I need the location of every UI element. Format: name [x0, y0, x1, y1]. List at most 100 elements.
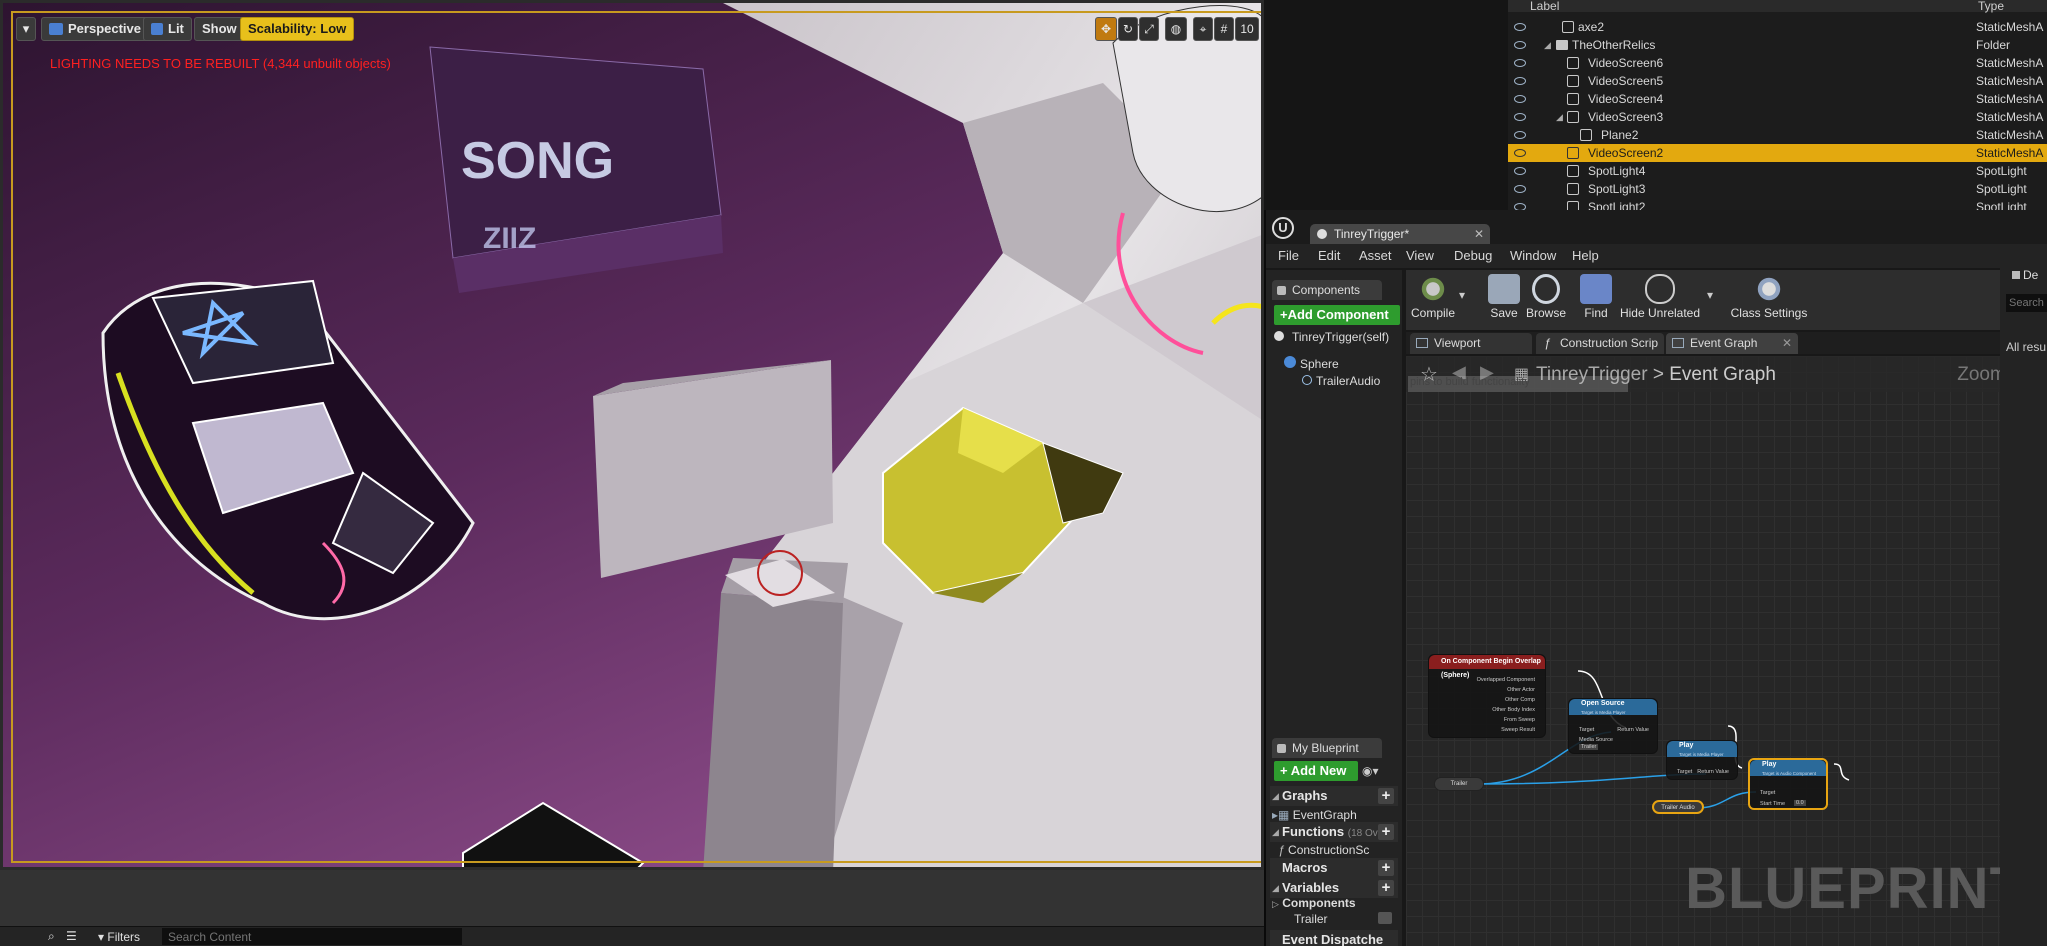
menu-asset[interactable]: Asset: [1359, 248, 1392, 263]
components-panel-tab[interactable]: Components: [1272, 280, 1382, 300]
world-space-icon[interactable]: ◍: [1165, 17, 1187, 41]
visibility-eye-icon[interactable]: [1514, 77, 1526, 85]
menu-file[interactable]: File: [1278, 248, 1299, 263]
add-function-icon[interactable]: +: [1378, 824, 1394, 840]
browse-button[interactable]: Browse: [1524, 274, 1568, 320]
add-graph-icon[interactable]: +: [1378, 788, 1394, 804]
visibility-eye-icon[interactable]: [1514, 185, 1526, 193]
outliner-row[interactable]: Plane2 StaticMeshA: [1508, 126, 2047, 144]
event-node-begin-overlap[interactable]: On Component Begin Overlap (Sphere) Over…: [1428, 654, 1546, 738]
hide-unrelated-button[interactable]: Hide Unrelated: [1618, 274, 1702, 320]
components-variable-category[interactable]: ▷ Components: [1272, 896, 1356, 910]
outliner-row[interactable]: ◢ TheOtherRelics Folder: [1508, 36, 2047, 54]
outliner-row[interactable]: ◢ VideoScreen3 StaticMeshA: [1508, 108, 2047, 126]
tab-viewport[interactable]: Viewport: [1410, 333, 1532, 354]
event-dispatchers-section[interactable]: Event Dispatche: [1270, 930, 1398, 946]
outliner-row[interactable]: SpotLight4 SpotLight: [1508, 162, 2047, 180]
add-variable-icon[interactable]: +: [1378, 880, 1394, 896]
start-time-value[interactable]: 0.0: [1794, 800, 1806, 806]
find-button[interactable]: Find: [1576, 274, 1616, 320]
outliner-row[interactable]: axe2 StaticMeshA: [1508, 18, 2047, 36]
visibility-eye-icon[interactable]: [1514, 23, 1526, 31]
type-column-header[interactable]: Type: [1978, 0, 2004, 12]
pin-label: From Sweep: [1503, 717, 1535, 723]
event-graph-item[interactable]: ▸▦ EventGraph: [1272, 808, 1357, 822]
hide-unrelated-options-chevron-icon[interactable]: ▾: [1704, 288, 1716, 302]
scene-render[interactable]: SONG ZIIZ: [3, 3, 1264, 870]
media-source-value[interactable]: Trailer: [1579, 744, 1599, 750]
graphs-section[interactable]: ◢ Graphs +: [1270, 786, 1398, 806]
function-node-open-source[interactable]: Open Source Target is Media Player Targe…: [1568, 698, 1658, 754]
outliner-row[interactable]: VideoScreen5 StaticMeshA: [1508, 72, 2047, 90]
expand-arrow-icon[interactable]: ◢: [1556, 108, 1563, 126]
viewport-options-button[interactable]: ▾: [16, 17, 36, 41]
perspective-button[interactable]: Perspective: [41, 17, 149, 41]
outliner-row[interactable]: VideoScreen6 StaticMeshA: [1508, 54, 2047, 72]
visibility-eye-icon[interactable]: [1514, 113, 1526, 121]
functions-section[interactable]: ◢ Functions (18 Ov +: [1270, 822, 1398, 842]
event-graph-canvas[interactable]: ☆ ◀ ▶ ▦ TinreyTrigger > Event Graph Zoom…: [1406, 356, 2038, 946]
construction-script-item[interactable]: ƒ ConstructionSc: [1278, 843, 1369, 857]
search-icon[interactable]: ⌕: [48, 929, 55, 944]
menu-debug[interactable]: Debug: [1454, 248, 1492, 263]
content-search-input[interactable]: [162, 928, 462, 945]
component-self-item[interactable]: TinreyTrigger(self): [1274, 330, 1389, 344]
details-search-input[interactable]: [2006, 294, 2047, 312]
outliner-row-selected[interactable]: VideoScreen2 StaticMeshA: [1508, 144, 2047, 162]
visibility-eye-icon[interactable]: [1514, 131, 1526, 139]
add-macro-icon[interactable]: +: [1378, 860, 1394, 876]
function-node-play-media[interactable]: Play Target is Media Player Target Retur…: [1666, 740, 1738, 780]
blueprint-title-bar[interactable]: U TinreyTrigger* ✕: [1266, 210, 2047, 244]
visibility-eye-icon[interactable]: [1514, 149, 1526, 157]
scale-tool-icon[interactable]: ⤢: [1139, 17, 1159, 41]
translate-tool-icon[interactable]: ✥: [1095, 17, 1117, 41]
visibility-eye-icon[interactable]: [1514, 95, 1526, 103]
view-mode-button[interactable]: Lit: [143, 17, 192, 41]
show-button[interactable]: Show: [194, 17, 245, 41]
save-button[interactable]: Save: [1484, 274, 1524, 320]
visibility-eye-icon[interactable]: [1514, 41, 1526, 49]
label-column-header[interactable]: Label: [1530, 0, 1559, 12]
outliner-row[interactable]: SpotLight3 SpotLight: [1508, 180, 2047, 198]
variable-node-trailer[interactable]: Trailer: [1434, 777, 1484, 791]
outliner-row[interactable]: SpotLight2 SpotLight: [1508, 198, 2047, 210]
variable-node-trailer-audio[interactable]: Trailer Audio: [1652, 800, 1704, 814]
menu-view[interactable]: View: [1406, 248, 1434, 263]
expand-arrow-icon[interactable]: ◢: [1544, 36, 1551, 54]
tab-construction-script[interactable]: ƒ Construction Scrip: [1536, 333, 1664, 354]
my-blueprint-panel-tab[interactable]: My Blueprint: [1272, 738, 1382, 758]
details-tab[interactable]: De: [2012, 268, 2038, 282]
add-component-button[interactable]: +Add Component: [1274, 305, 1400, 325]
close-tab-icon[interactable]: ✕: [1782, 333, 1792, 354]
class-settings-button[interactable]: Class Settings: [1724, 274, 1814, 320]
filters-button[interactable]: ▾ Filters: [98, 930, 140, 944]
compile-options-chevron-icon[interactable]: ▾: [1456, 288, 1468, 302]
component-trailer-audio-item[interactable]: TrailerAudio: [1302, 374, 1380, 388]
visibility-eye-icon[interactable]: [1514, 59, 1526, 67]
tab-event-graph[interactable]: Event Graph ✕: [1666, 333, 1798, 354]
grid-snap-value[interactable]: 10: [1235, 17, 1259, 41]
compile-button[interactable]: Compile: [1410, 274, 1456, 320]
list-view-icon[interactable]: ☰: [66, 929, 77, 943]
macros-section[interactable]: Macros +: [1270, 858, 1398, 878]
scalability-warning-button[interactable]: Scalability: Low: [240, 17, 355, 41]
add-new-button[interactable]: + Add New: [1274, 761, 1358, 781]
close-tab-icon[interactable]: ✕: [1474, 224, 1484, 244]
menu-window[interactable]: Window: [1510, 248, 1556, 263]
function-node-play-audio[interactable]: Play Target is Audio Component Target St…: [1748, 758, 1828, 810]
surface-snap-icon[interactable]: ⌖: [1193, 17, 1213, 41]
visibility-eye-icon[interactable]: [1514, 203, 1526, 210]
component-sphere-item[interactable]: Sphere: [1284, 356, 1339, 371]
outliner-row[interactable]: VideoScreen4 StaticMeshA: [1508, 90, 2047, 108]
menu-help[interactable]: Help: [1572, 248, 1599, 263]
visibility-eye-icon[interactable]: [1514, 167, 1526, 175]
eye-visibility-icon[interactable]: ◉▾: [1362, 764, 1392, 780]
variables-section[interactable]: ◢ Variables +: [1270, 878, 1398, 898]
grid-snap-icon[interactable]: #: [1214, 17, 1234, 41]
expand-arrow-icon: ◢: [1272, 883, 1279, 893]
rotate-tool-icon[interactable]: ↻: [1118, 17, 1138, 41]
trailer-variable-item[interactable]: Trailer: [1294, 912, 1328, 926]
level-viewport[interactable]: SONG ZIIZ ▾ Perspective Lit Show Scalabi…: [0, 0, 1264, 870]
menu-edit[interactable]: Edit: [1318, 248, 1340, 263]
blueprint-document-tab[interactable]: TinreyTrigger* ✕: [1310, 224, 1490, 244]
